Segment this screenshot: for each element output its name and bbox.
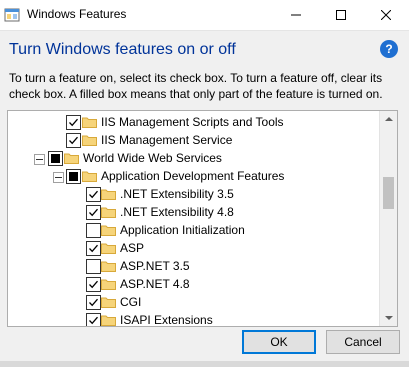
folder-icon <box>101 279 116 290</box>
feature-checkbox[interactable] <box>66 169 81 184</box>
feature-checkbox[interactable] <box>86 277 101 292</box>
folder-icon <box>82 171 97 182</box>
feature-checkbox[interactable] <box>66 133 81 148</box>
folder-icon <box>82 117 97 128</box>
tree-item[interactable]: ISAPI Extensions <box>8 312 380 327</box>
ok-button[interactable]: OK <box>242 330 316 354</box>
scroll-thumb[interactable] <box>383 177 394 209</box>
dialog-content: Turn Windows features on or off ? To tur… <box>0 31 409 367</box>
tree-item[interactable]: Application Initialization <box>8 222 380 240</box>
feature-label: .NET Extensibility 3.5 <box>120 187 234 201</box>
feature-checkbox[interactable] <box>86 223 101 238</box>
feature-label: .NET Extensibility 4.8 <box>120 205 234 219</box>
feature-label: IIS Management Scripts and Tools <box>101 115 284 129</box>
tree-item[interactable]: ASP <box>8 240 380 258</box>
feature-label: ASP.NET 3.5 <box>120 259 190 273</box>
folder-icon <box>101 189 116 200</box>
maximize-icon <box>336 10 346 20</box>
tree-item[interactable]: World Wide Web Services <box>8 150 380 168</box>
collapse-icon[interactable] <box>53 172 64 183</box>
scroll-up-arrow-icon[interactable] <box>380 111 397 128</box>
feature-label: ASP <box>120 241 145 255</box>
tree-item[interactable]: ASP.NET 3.5 <box>8 258 380 276</box>
windows-features-icon <box>4 8 20 22</box>
background-strip <box>0 361 409 367</box>
folder-icon <box>82 135 97 146</box>
tree-item[interactable]: IIS Management Service <box>8 132 380 150</box>
tree-item[interactable]: Application Development Features <box>8 168 380 186</box>
feature-checkbox[interactable] <box>86 259 101 274</box>
tree-item[interactable]: .NET Extensibility 3.5 <box>8 186 380 204</box>
vertical-scrollbar[interactable] <box>379 111 397 326</box>
feature-label: CGI <box>120 295 142 309</box>
folder-icon <box>101 261 116 272</box>
feature-checkbox[interactable] <box>66 115 81 130</box>
window-title: Windows Features <box>27 7 127 21</box>
title-bar: Windows Features <box>0 0 409 31</box>
folder-icon <box>101 207 116 218</box>
feature-checkbox[interactable] <box>86 295 101 310</box>
cancel-button[interactable]: Cancel <box>326 330 400 354</box>
close-icon <box>381 10 391 20</box>
collapse-icon[interactable] <box>34 154 45 165</box>
folder-icon <box>101 315 116 326</box>
tree-item[interactable]: ASP.NET 4.8 <box>8 276 380 294</box>
page-heading: Turn Windows features on or off <box>9 41 236 58</box>
help-icon[interactable]: ? <box>380 40 398 58</box>
feature-label: Application Development Features <box>101 169 285 183</box>
features-tree: IIS Management Scripts and Tools IIS Mana… <box>7 110 398 327</box>
scroll-down-arrow-icon[interactable] <box>380 309 397 326</box>
close-button[interactable] <box>364 0 409 30</box>
tree-item[interactable]: IIS Management Scripts and Tools <box>8 114 380 132</box>
maximize-button[interactable] <box>319 0 364 30</box>
feature-label: IIS Management Service <box>101 133 233 147</box>
minimize-icon <box>291 14 301 16</box>
tree-item[interactable]: .NET Extensibility 4.8 <box>8 204 380 222</box>
feature-label: ASP.NET 4.8 <box>120 277 190 291</box>
feature-checkbox[interactable] <box>86 187 101 202</box>
folder-icon <box>101 297 116 308</box>
folder-icon <box>101 225 116 236</box>
feature-checkbox[interactable] <box>86 313 101 326</box>
feature-checkbox[interactable] <box>86 241 101 256</box>
instructions-text: To turn a feature on, select its check b… <box>9 71 383 101</box>
feature-label: World Wide Web Services <box>83 151 222 165</box>
feature-label: Application Initialization <box>120 223 245 237</box>
folder-icon <box>101 243 116 254</box>
folder-icon <box>64 153 79 164</box>
minimize-button[interactable] <box>274 0 319 30</box>
tree-item[interactable]: CGI <box>8 294 380 312</box>
feature-checkbox[interactable] <box>86 205 101 220</box>
feature-label: ISAPI Extensions <box>120 313 213 327</box>
feature-checkbox[interactable] <box>48 151 63 166</box>
